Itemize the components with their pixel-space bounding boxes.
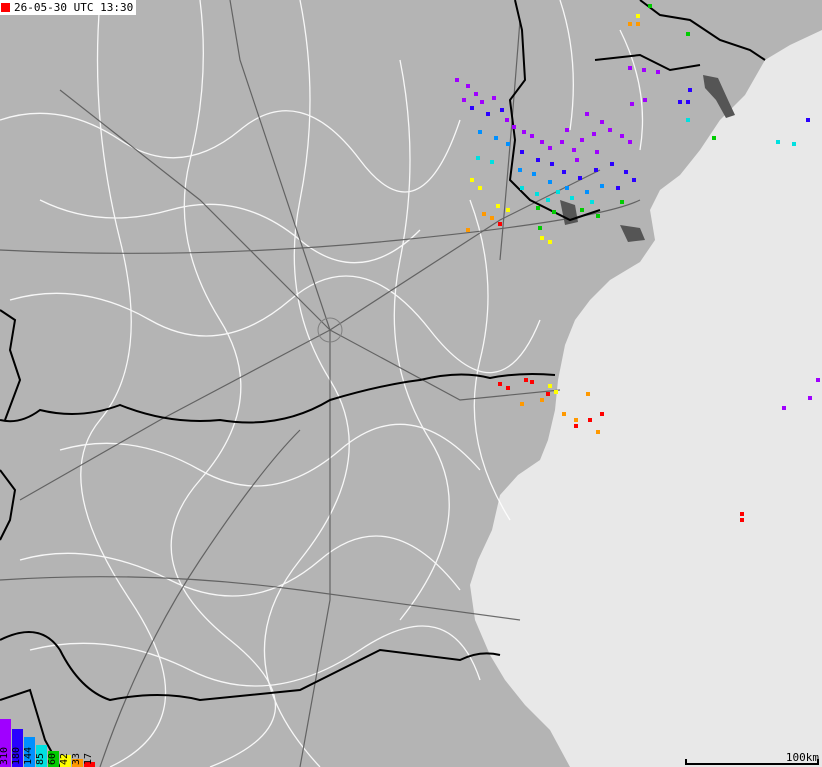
scale-bar: 100km: [685, 751, 819, 765]
timestamp-label: 26-05-30 UTC 13:30: [0, 0, 137, 15]
legend-label: 60: [47, 752, 58, 765]
lightning-map: 26-05-30 UTC 13:30 310 180 144 85 60 42 33 17 1…: [0, 0, 822, 767]
scale-tick: [685, 759, 687, 765]
latest-strike-marker-icon: [1, 3, 10, 12]
scale-line: [685, 763, 819, 765]
legend-label: 310: [0, 746, 10, 765]
map-canvas: [0, 0, 822, 767]
legend-label: 17: [83, 752, 94, 765]
scale-tick: [817, 759, 819, 765]
legend-label: 144: [23, 746, 34, 765]
legend-label: 180: [11, 746, 22, 765]
legend-label: 85: [35, 752, 46, 765]
legend-label: 33: [71, 752, 82, 765]
timestamp-text: 26-05-30 UTC 13:30: [14, 1, 134, 14]
legend-label: 42: [59, 752, 70, 765]
strike-age-legend: 310 180 144 85 60 42 33 17: [0, 719, 95, 767]
